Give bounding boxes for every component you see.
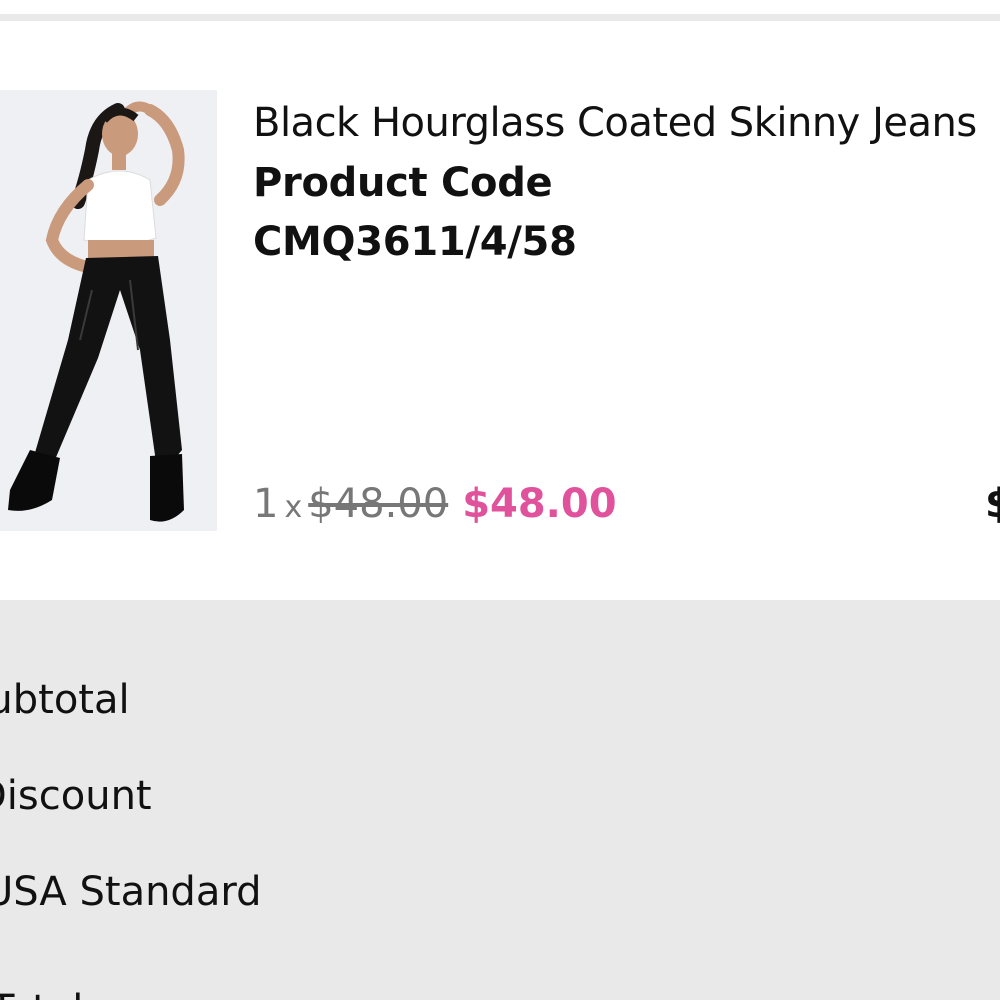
sale-price: $48.00 xyxy=(462,481,617,527)
discount-label: Discount xyxy=(0,773,152,819)
times-sign: x xyxy=(284,490,303,525)
cart-page: Black Hourglass Coated Skinny Jeans Prod… xyxy=(0,0,1000,1000)
original-price: $48.00 xyxy=(308,481,449,527)
price-row: 1 x $48.00 $48.00 xyxy=(253,476,617,536)
product-title[interactable]: Black Hourglass Coated Skinny Jeans xyxy=(253,95,977,151)
product-image[interactable] xyxy=(0,90,217,531)
product-code-label: Product Code xyxy=(253,160,553,206)
quantity: 1 xyxy=(253,481,279,527)
line-total: $ xyxy=(985,481,1000,527)
subtotal-label: Subtotal xyxy=(0,677,130,723)
top-divider xyxy=(0,14,1000,21)
order-summary: Subtotal Discount USA Standard Total xyxy=(0,600,1000,1000)
shipping-label: USA Standard xyxy=(0,869,262,915)
product-code-value: CMQ3611/4/58 xyxy=(253,219,577,265)
product-photo-illustration xyxy=(0,90,217,531)
total-label: Total xyxy=(0,982,83,1000)
